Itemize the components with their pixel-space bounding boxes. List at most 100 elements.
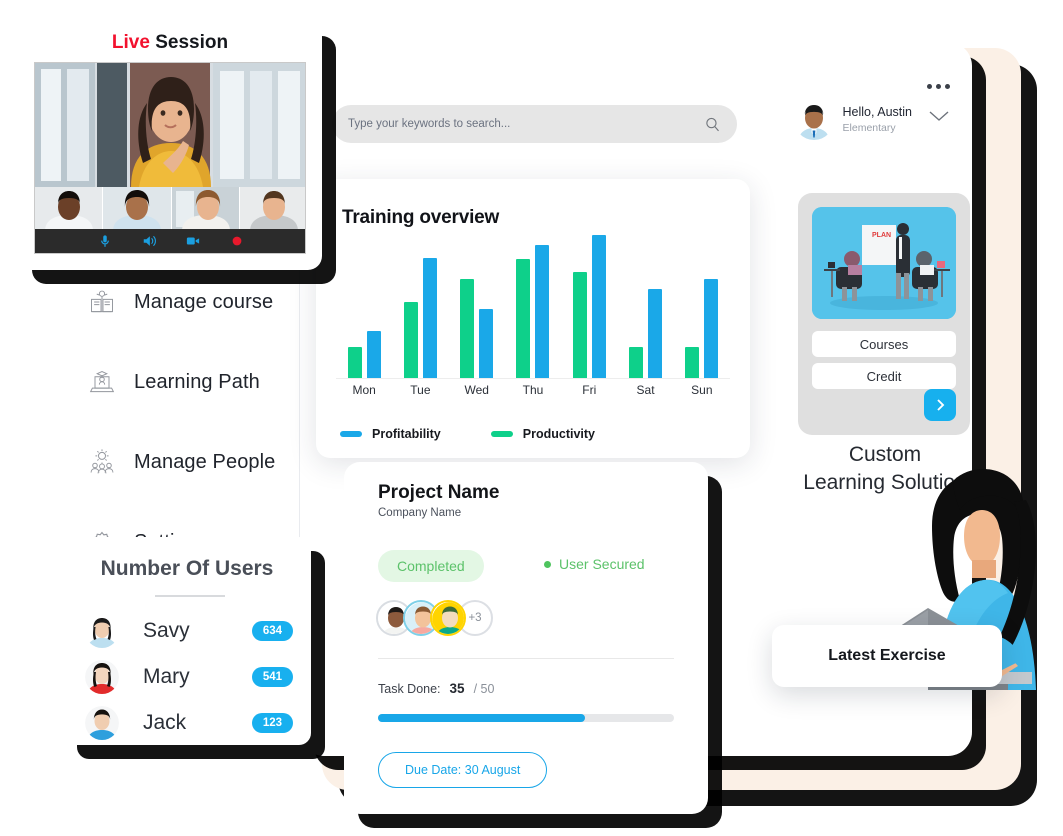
bar-group <box>449 235 505 378</box>
company-name: Company Name <box>378 507 462 519</box>
progress-bar <box>378 714 674 722</box>
video-call-frame <box>34 62 306 254</box>
credit-button[interactable]: Credit <box>812 363 956 389</box>
user-count-badge: 541 <box>251 667 293 687</box>
video-main-speaker[interactable] <box>35 63 305 187</box>
video-participant-strip <box>35 187 305 231</box>
list-item[interactable]: Jack 123 <box>85 700 293 746</box>
progress-bar-fill <box>378 714 586 722</box>
graduation-laptop-icon <box>89 370 115 393</box>
bar-group <box>674 235 730 378</box>
live-label: Live <box>111 32 150 53</box>
legend-item-profitability[interactable]: Profitability <box>340 427 441 441</box>
number-of-users-card: Number Of Users Savy 634 Mary 541 Jack 1… <box>63 537 311 745</box>
microphone-icon[interactable] <box>98 234 112 248</box>
bar[interactable] <box>422 257 437 378</box>
avatar <box>85 614 119 648</box>
record-icon[interactable] <box>230 234 244 248</box>
bar[interactable] <box>347 346 362 378</box>
user-greeting: Hello, Austin <box>842 105 912 120</box>
promo-card: PLAN Courses Credit <box>798 193 970 435</box>
x-axis-tick-label: Sat <box>636 383 655 397</box>
search-bar[interactable] <box>332 105 737 143</box>
bar[interactable] <box>535 245 550 378</box>
bar[interactable] <box>572 272 587 378</box>
courses-button[interactable]: Courses <box>812 331 956 357</box>
bar-group <box>561 235 617 378</box>
users-card-title: Number Of Users <box>100 557 274 580</box>
chevron-right-icon <box>937 399 945 411</box>
bar[interactable] <box>685 346 700 378</box>
bar-group <box>336 235 392 378</box>
task-done-label: Task Done: <box>378 682 441 696</box>
sidebar-item-manage-course[interactable]: Manage course <box>60 262 299 342</box>
bar-group <box>617 235 673 378</box>
sidebar-item-learning-path[interactable]: Learning Path <box>60 342 299 422</box>
bar[interactable] <box>516 259 531 378</box>
sidebar-item-label: Learning Path <box>134 370 260 393</box>
speaker-icon[interactable] <box>142 234 156 248</box>
chart-legend: Profitability Productivity <box>340 427 595 441</box>
x-axis-tick-label: Tue <box>410 383 431 397</box>
project-card: Project Name Company Name Completed User… <box>344 462 708 814</box>
next-button[interactable] <box>924 389 956 421</box>
legend-item-productivity[interactable]: Productivity <box>490 427 595 441</box>
participant-thumbnail[interactable] <box>239 187 305 231</box>
sidebar-item-label: Manage course <box>134 290 274 313</box>
book-course-icon <box>91 290 113 313</box>
search-icon[interactable] <box>704 116 721 133</box>
session-label: Session <box>149 32 229 53</box>
bar[interactable] <box>460 279 475 378</box>
user-secured-label: User Secured <box>559 556 645 572</box>
bar-group <box>505 235 561 378</box>
search-input[interactable] <box>348 118 704 130</box>
bar[interactable] <box>403 302 418 378</box>
camera-icon[interactable] <box>186 234 200 248</box>
chevron-down-icon[interactable] <box>928 110 950 122</box>
avatar <box>430 600 466 636</box>
bar[interactable] <box>648 289 663 378</box>
divider <box>378 658 674 659</box>
participant-thumbnail[interactable] <box>171 187 240 231</box>
due-date-button[interactable]: Due Date: 30 August <box>378 752 548 788</box>
latest-exercise-card[interactable]: Latest Exercise <box>772 625 1002 687</box>
video-controls-bar <box>35 229 305 253</box>
legend-label: Profitability <box>372 427 441 441</box>
list-item[interactable]: Savy 634 <box>85 608 293 654</box>
sidebar-item-manage-people[interactable]: Manage People <box>60 422 299 502</box>
participant-thumbnail[interactable] <box>35 187 104 231</box>
sidebar: Manage course Learning Path Manage Peopl… <box>60 262 300 554</box>
people-gear-icon <box>90 449 114 474</box>
user-secured-status: User Secured <box>544 556 645 572</box>
task-done-row: Task Done: 35 / 50 <box>378 681 494 696</box>
project-name: Project Name <box>378 482 500 503</box>
avatar-group[interactable]: +3 <box>376 600 493 636</box>
task-done-value: 35 <box>449 681 465 696</box>
user-count-badge: 123 <box>251 713 293 733</box>
bar[interactable] <box>704 279 719 378</box>
chart-x-axis: Mon Tue Wed Thu Fri Sat Sun <box>336 383 730 397</box>
live-session-title: Live Session <box>18 32 322 54</box>
participant-thumbnail[interactable] <box>103 187 172 231</box>
x-axis-tick-label: Thu <box>522 383 544 397</box>
more-options-icon[interactable] <box>927 84 950 89</box>
user-name: Mary <box>143 665 190 688</box>
bar[interactable] <box>366 330 381 378</box>
bar[interactable] <box>479 309 494 378</box>
user-role: Elementary <box>842 122 896 135</box>
sidebar-item-label: Manage People <box>134 450 276 473</box>
status-dot <box>544 560 551 568</box>
avatar <box>85 706 119 740</box>
status-badge[interactable]: Completed <box>378 550 484 582</box>
bar[interactable] <box>629 346 644 378</box>
list-item[interactable]: Mary 541 <box>85 654 293 700</box>
x-axis-tick-label: Mon <box>352 383 376 397</box>
svg-text:PLAN: PLAN <box>872 232 891 239</box>
bar-group <box>392 235 448 378</box>
user-name: Jack <box>143 711 187 734</box>
x-axis-tick-label: Sun <box>691 383 713 397</box>
legend-swatch <box>490 431 513 437</box>
user-name: Savy <box>143 619 190 642</box>
user-profile-chip[interactable]: Hello, Austin Elementary <box>793 100 912 140</box>
bar[interactable] <box>591 235 606 378</box>
